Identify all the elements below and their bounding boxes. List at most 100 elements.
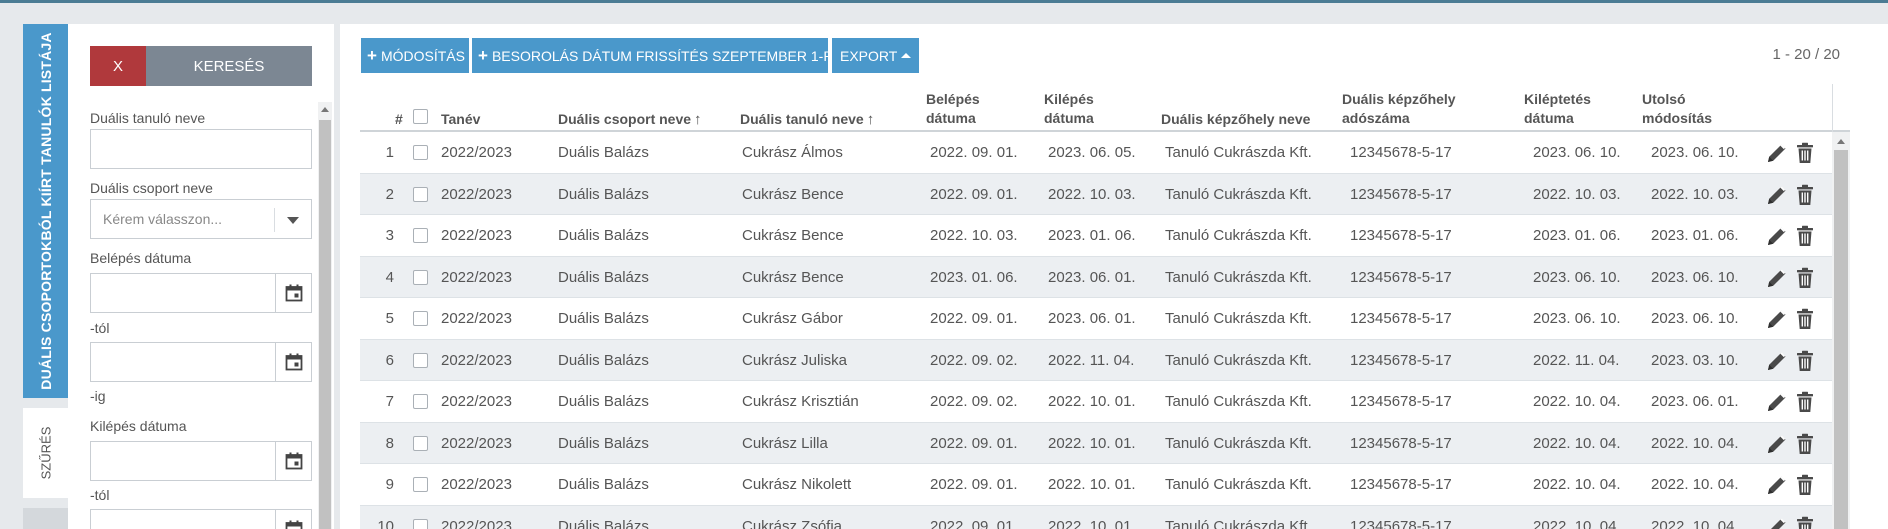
- delete-trash-icon[interactable]: [1793, 515, 1817, 529]
- col-header-entry-line1: Belépés: [926, 91, 980, 107]
- row-checkbox[interactable]: [413, 352, 428, 368]
- delete-trash-icon[interactable]: [1793, 141, 1817, 165]
- exit-from-label: -tól: [90, 487, 110, 503]
- delete-trash-icon[interactable]: [1793, 183, 1817, 207]
- table-row[interactable]: 4 2022/2023 Duális Balázs Cukrász Bence 2023…: [360, 256, 1832, 298]
- delete-trash-icon[interactable]: [1793, 390, 1817, 414]
- row-checkbox[interactable]: [413, 311, 428, 326]
- tab-student-list-label: DUÁLIS CSOPORTOKBÓL KIÍRT TANULÓK LISTÁJ…: [37, 32, 54, 390]
- delete-trash-icon[interactable]: [1793, 224, 1817, 248]
- tab-extra[interactable]: [23, 508, 68, 529]
- table-scrollbar[interactable]: [1832, 132, 1850, 529]
- edit-pencil-icon[interactable]: [1765, 349, 1789, 373]
- refresh-date-button[interactable]: + BESOROLÁS DÁTUM FRISSÍTÉS SZEPTEMBER 1…: [472, 38, 843, 73]
- edit-pencil-icon[interactable]: [1765, 390, 1789, 414]
- cell-year: 2022/2023: [441, 268, 512, 286]
- scroll-thumb[interactable]: [1834, 150, 1848, 529]
- cell-num: 4: [385, 268, 394, 286]
- calendar-icon[interactable]: [275, 510, 311, 529]
- col-header-student-label: Duális tanuló neve: [740, 111, 864, 127]
- chevron-down-icon[interactable]: [287, 217, 299, 224]
- calendar-icon[interactable]: [275, 274, 311, 312]
- row-checkbox[interactable]: [413, 477, 428, 492]
- cell-student: Cukrász Bence: [742, 227, 844, 244]
- table-row[interactable]: 5 2022/2023 Duális Balázs Cukrász Gábor 2022…: [360, 298, 1832, 340]
- calendar-icon[interactable]: [275, 442, 311, 480]
- col-header-place[interactable]: Duális képzőhely neve: [1161, 110, 1310, 129]
- row-checkbox[interactable]: [413, 186, 428, 202]
- edit-pencil-icon[interactable]: [1765, 266, 1789, 290]
- row-checkbox[interactable]: [413, 228, 428, 243]
- top-accent-bar: [0, 0, 1888, 3]
- filter-panel: X KERESÉS Duális tanuló neve Duális csop…: [68, 24, 334, 529]
- cell-entry: 2022. 09. 02.: [930, 393, 1018, 410]
- col-header-exit[interactable]: Kilépés dátuma: [1044, 90, 1094, 128]
- scroll-up-icon[interactable]: [321, 107, 329, 112]
- row-checkbox[interactable]: [413, 394, 428, 409]
- col-header-entry[interactable]: Belépés dátuma: [926, 90, 980, 128]
- col-header-group[interactable]: Duális csoport neve ↑: [558, 110, 702, 129]
- row-checkbox[interactable]: [413, 518, 428, 529]
- delete-trash-icon[interactable]: [1793, 432, 1817, 456]
- search-button[interactable]: KERESÉS: [146, 46, 312, 86]
- table-row[interactable]: 6 2022/2023 Duális Balázs Cukrász Juliska 20…: [360, 339, 1832, 381]
- edit-pencil-icon[interactable]: [1765, 224, 1789, 248]
- edit-pencil-icon[interactable]: [1765, 473, 1789, 497]
- table-row[interactable]: 2 2022/2023 Duális Balázs Cukrász Bence 2022…: [360, 173, 1832, 215]
- table-row[interactable]: 3 2022/2023 Duális Balázs Cukrász Bence 2022…: [360, 215, 1832, 257]
- cell-tax: 12345678-5-17: [1350, 185, 1452, 203]
- col-header-tax[interactable]: Duális képzőhely adószáma: [1342, 90, 1456, 128]
- delete-trash-icon[interactable]: [1793, 349, 1817, 373]
- exit-date-to-input[interactable]: [90, 509, 312, 529]
- delete-trash-icon[interactable]: [1793, 266, 1817, 290]
- tab-filter[interactable]: SZŰRÉS: [23, 408, 68, 498]
- select-all-checkbox[interactable]: [413, 109, 428, 124]
- tab-student-list[interactable]: DUÁLIS CSOPORTOKBÓL KIÍRT TANULÓK LISTÁJ…: [23, 24, 68, 398]
- cell-num: 5: [385, 310, 394, 327]
- scroll-thumb[interactable]: [319, 120, 331, 529]
- exit-date-from-input[interactable]: [90, 441, 312, 481]
- modify-button-label: MÓDOSÍTÁS: [380, 47, 465, 64]
- sort-arrow-icon: ↑: [694, 111, 702, 128]
- col-header-group-label: Duális csoport neve: [558, 111, 692, 127]
- modify-button[interactable]: + MÓDOSÍTÁS: [361, 38, 469, 73]
- col-header-entry-line2: dátuma: [926, 110, 976, 126]
- export-button[interactable]: EXPORT: [832, 38, 919, 73]
- row-checkbox[interactable]: [413, 145, 428, 160]
- delete-trash-icon[interactable]: [1793, 473, 1817, 497]
- student-name-input[interactable]: [90, 129, 312, 169]
- cell-place: Tanuló Cukrászda Kft.: [1165, 351, 1312, 369]
- cell-entry: 2022. 09. 01.: [930, 310, 1018, 327]
- cell-num: 7: [385, 393, 394, 410]
- edit-pencil-icon[interactable]: [1765, 183, 1789, 207]
- col-header-modified[interactable]: Utolsó módosítás: [1642, 90, 1712, 128]
- col-header-leave[interactable]: Kiléptetés dátuma: [1524, 90, 1591, 128]
- cell-year: 2022/2023: [441, 393, 512, 410]
- edit-pencil-icon[interactable]: [1765, 515, 1789, 529]
- edit-pencil-icon[interactable]: [1765, 307, 1789, 331]
- delete-trash-icon[interactable]: [1793, 307, 1817, 331]
- col-header-student[interactable]: Duális tanuló neve ↑: [740, 110, 874, 129]
- cell-student: Cukrász Bence: [742, 185, 844, 203]
- calendar-icon[interactable]: [275, 343, 311, 381]
- filter-scrollbar[interactable]: [318, 102, 332, 529]
- table-row[interactable]: 9 2022/2023 Duális Balázs Cukrász Nikolett 2…: [360, 464, 1832, 506]
- entry-date-from-input[interactable]: [90, 273, 312, 313]
- cell-year: 2022/2023: [441, 310, 512, 327]
- table-row[interactable]: 7 2022/2023 Duális Balázs Cukrász Krisztián…: [360, 381, 1832, 423]
- entry-date-to-input[interactable]: [90, 342, 312, 382]
- edit-pencil-icon[interactable]: [1765, 432, 1789, 456]
- clear-filter-button[interactable]: X: [90, 46, 146, 86]
- table-row[interactable]: 10 2022/2023 Duális Balázs Cukrász Zsófia 20…: [360, 505, 1832, 529]
- main-panel: + MÓDOSÍTÁS + BESOROLÁS DÁTUM FRISSÍTÉS …: [340, 24, 1888, 529]
- scroll-up-icon[interactable]: [1837, 139, 1845, 144]
- edit-pencil-icon[interactable]: [1765, 141, 1789, 165]
- table-row[interactable]: 8 2022/2023 Duális Balázs Cukrász Lilla 2022…: [360, 422, 1832, 464]
- table-row[interactable]: 1 2022/2023 Duális Balázs Cukrász Álmos 2022…: [360, 132, 1832, 174]
- col-header-year[interactable]: Tanév: [441, 110, 480, 129]
- cell-place: Tanuló Cukrászda Kft.: [1165, 268, 1312, 286]
- group-name-select[interactable]: Kérem válasszon...: [90, 199, 312, 239]
- row-checkbox[interactable]: [413, 435, 428, 451]
- row-checkbox[interactable]: [413, 269, 428, 285]
- cell-num: 9: [385, 476, 394, 493]
